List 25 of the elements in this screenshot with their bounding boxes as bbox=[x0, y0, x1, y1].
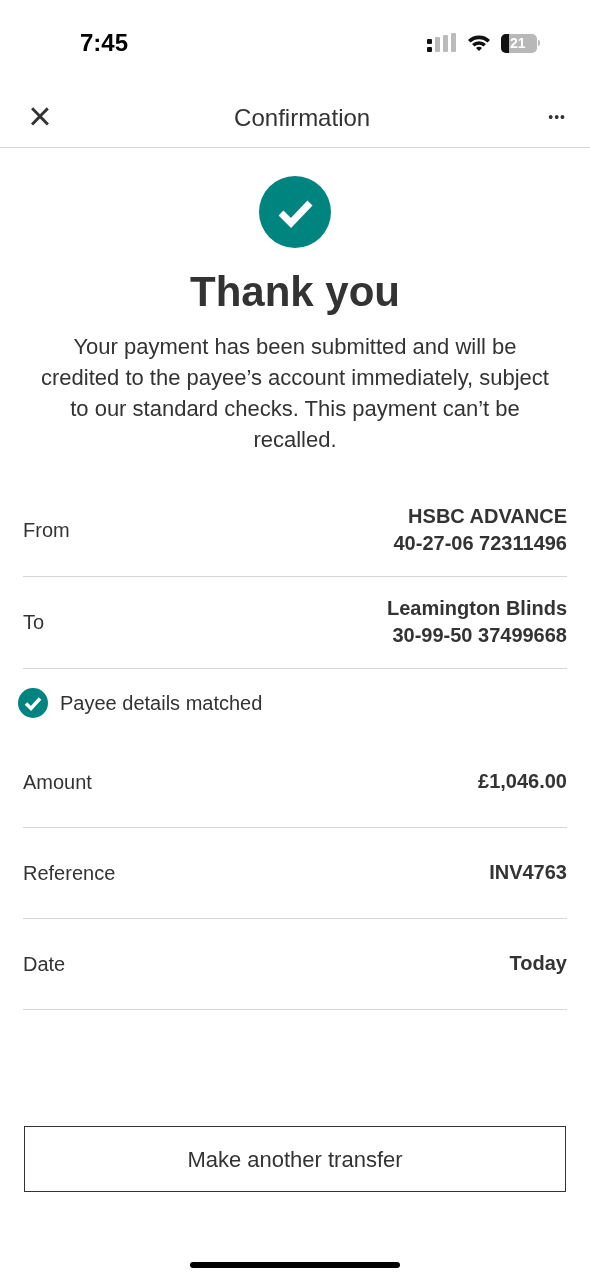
payee-match-text: Payee details matched bbox=[60, 690, 263, 716]
detail-value: INV4763 bbox=[489, 860, 567, 885]
detail-label: To bbox=[23, 610, 45, 635]
more-button[interactable]: ••• bbox=[548, 107, 566, 128]
check-icon bbox=[18, 687, 48, 718]
heading: Thank you bbox=[190, 267, 400, 317]
detail-label: Date bbox=[23, 951, 66, 977]
detail-value: 30-99-50 37499668 bbox=[392, 623, 567, 648]
detail-value: £1,046.00 bbox=[478, 769, 567, 794]
close-button[interactable]: × bbox=[24, 95, 56, 136]
detail-value: HSBC ADVANCE bbox=[408, 504, 567, 529]
detail-label: Reference bbox=[23, 860, 116, 886]
page-title: Confirmation bbox=[234, 102, 371, 133]
success-check-icon bbox=[259, 176, 331, 248]
make-another-transfer-button[interactable]: Make another transfer bbox=[24, 1126, 566, 1192]
detail-label: From bbox=[23, 518, 70, 543]
wifi-icon bbox=[467, 34, 491, 52]
confirmation-message: Your payment has been submitted and will be credited to the payee’s account immediately, subject to our standard checks. This payment can’t be recalled. bbox=[40, 332, 550, 454]
detail-value: Today bbox=[509, 951, 567, 976]
battery-icon: 21 bbox=[501, 33, 540, 53]
detail-label: Amount bbox=[23, 769, 92, 795]
detail-value: 40-27-06 72311496 bbox=[393, 531, 567, 556]
signal-icon bbox=[427, 33, 457, 53]
detail-value: Leamington Blinds bbox=[387, 596, 567, 621]
status-time: 7:45 bbox=[80, 28, 129, 58]
